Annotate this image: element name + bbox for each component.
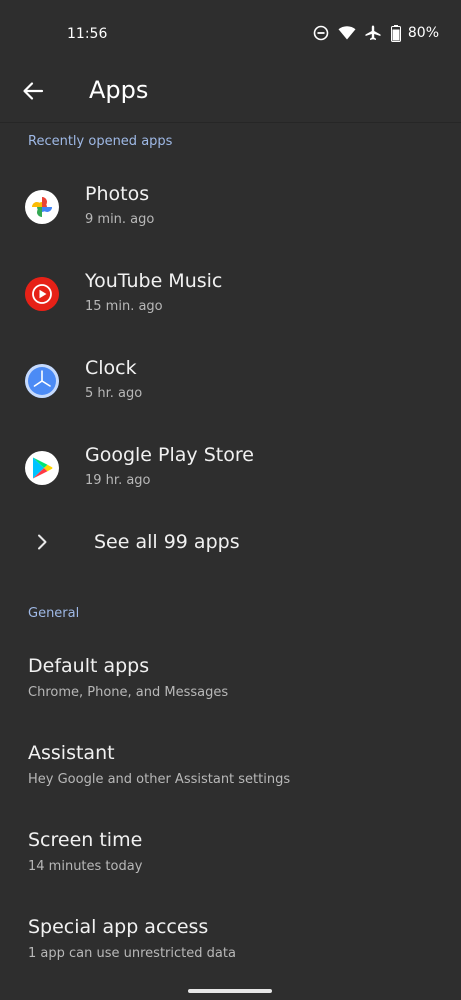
play-store-icon: [25, 451, 59, 485]
status-time: 11:56: [67, 26, 108, 42]
general-header: General: [28, 606, 80, 621]
back-button[interactable]: [18, 76, 48, 106]
status-icons: 80%: [312, 24, 439, 42]
special-app-access-item[interactable]: Special app access 1 app can use unrestr…: [0, 904, 461, 984]
screen-time-item[interactable]: Screen time 14 minutes today: [0, 817, 461, 897]
app-name: YouTube Music: [85, 270, 223, 292]
battery-percentage: 80%: [407, 25, 439, 41]
app-name: Google Play Store: [85, 444, 254, 466]
app-name: Clock: [85, 357, 137, 379]
back-arrow-icon: [22, 80, 44, 102]
setting-title: Default apps: [28, 655, 150, 677]
apps-settings-screen: 11:56 80% Apps Recently opened apps Phot…: [0, 0, 461, 1000]
setting-title: Assistant: [28, 742, 115, 764]
app-last-opened: 15 min. ago: [85, 299, 163, 314]
airplane-icon: [364, 24, 382, 42]
app-last-opened: 19 hr. ago: [85, 473, 151, 488]
youtube-music-icon: [25, 277, 59, 311]
setting-title: Special app access: [28, 916, 209, 938]
app-row-photos[interactable]: Photos 9 min. ago: [0, 170, 461, 250]
app-row-clock[interactable]: Clock 5 hr. ago: [0, 344, 461, 424]
app-last-opened: 5 hr. ago: [85, 386, 143, 401]
app-bar: Apps: [0, 60, 461, 123]
see-all-apps-button[interactable]: See all 99 apps: [0, 515, 461, 571]
page-title: Apps: [89, 76, 149, 104]
setting-subtitle: 1 app can use unrestricted data: [28, 946, 236, 961]
setting-title: Screen time: [28, 829, 143, 851]
setting-subtitle: 14 minutes today: [28, 859, 143, 874]
gesture-nav-handle[interactable]: [188, 989, 272, 993]
recent-apps-header: Recently opened apps: [28, 134, 173, 149]
do-not-disturb-icon: [312, 24, 330, 42]
clock-icon: [25, 364, 59, 398]
default-apps-item[interactable]: Default apps Chrome, Phone, and Messages: [0, 643, 461, 723]
setting-subtitle: Chrome, Phone, and Messages: [28, 685, 229, 700]
see-all-apps-label: See all 99 apps: [94, 531, 240, 553]
app-last-opened: 9 min. ago: [85, 212, 155, 227]
app-row-youtube-music[interactable]: YouTube Music 15 min. ago: [0, 257, 461, 337]
assistant-item[interactable]: Assistant Hey Google and other Assistant…: [0, 730, 461, 810]
photos-icon: [25, 190, 59, 224]
setting-subtitle: Hey Google and other Assistant settings: [28, 772, 291, 787]
app-row-play-store[interactable]: Google Play Store 19 hr. ago: [0, 431, 461, 511]
chevron-right-icon: [32, 531, 52, 553]
wifi-icon: [338, 24, 356, 42]
app-name: Photos: [85, 183, 150, 205]
battery-icon: [390, 24, 402, 42]
